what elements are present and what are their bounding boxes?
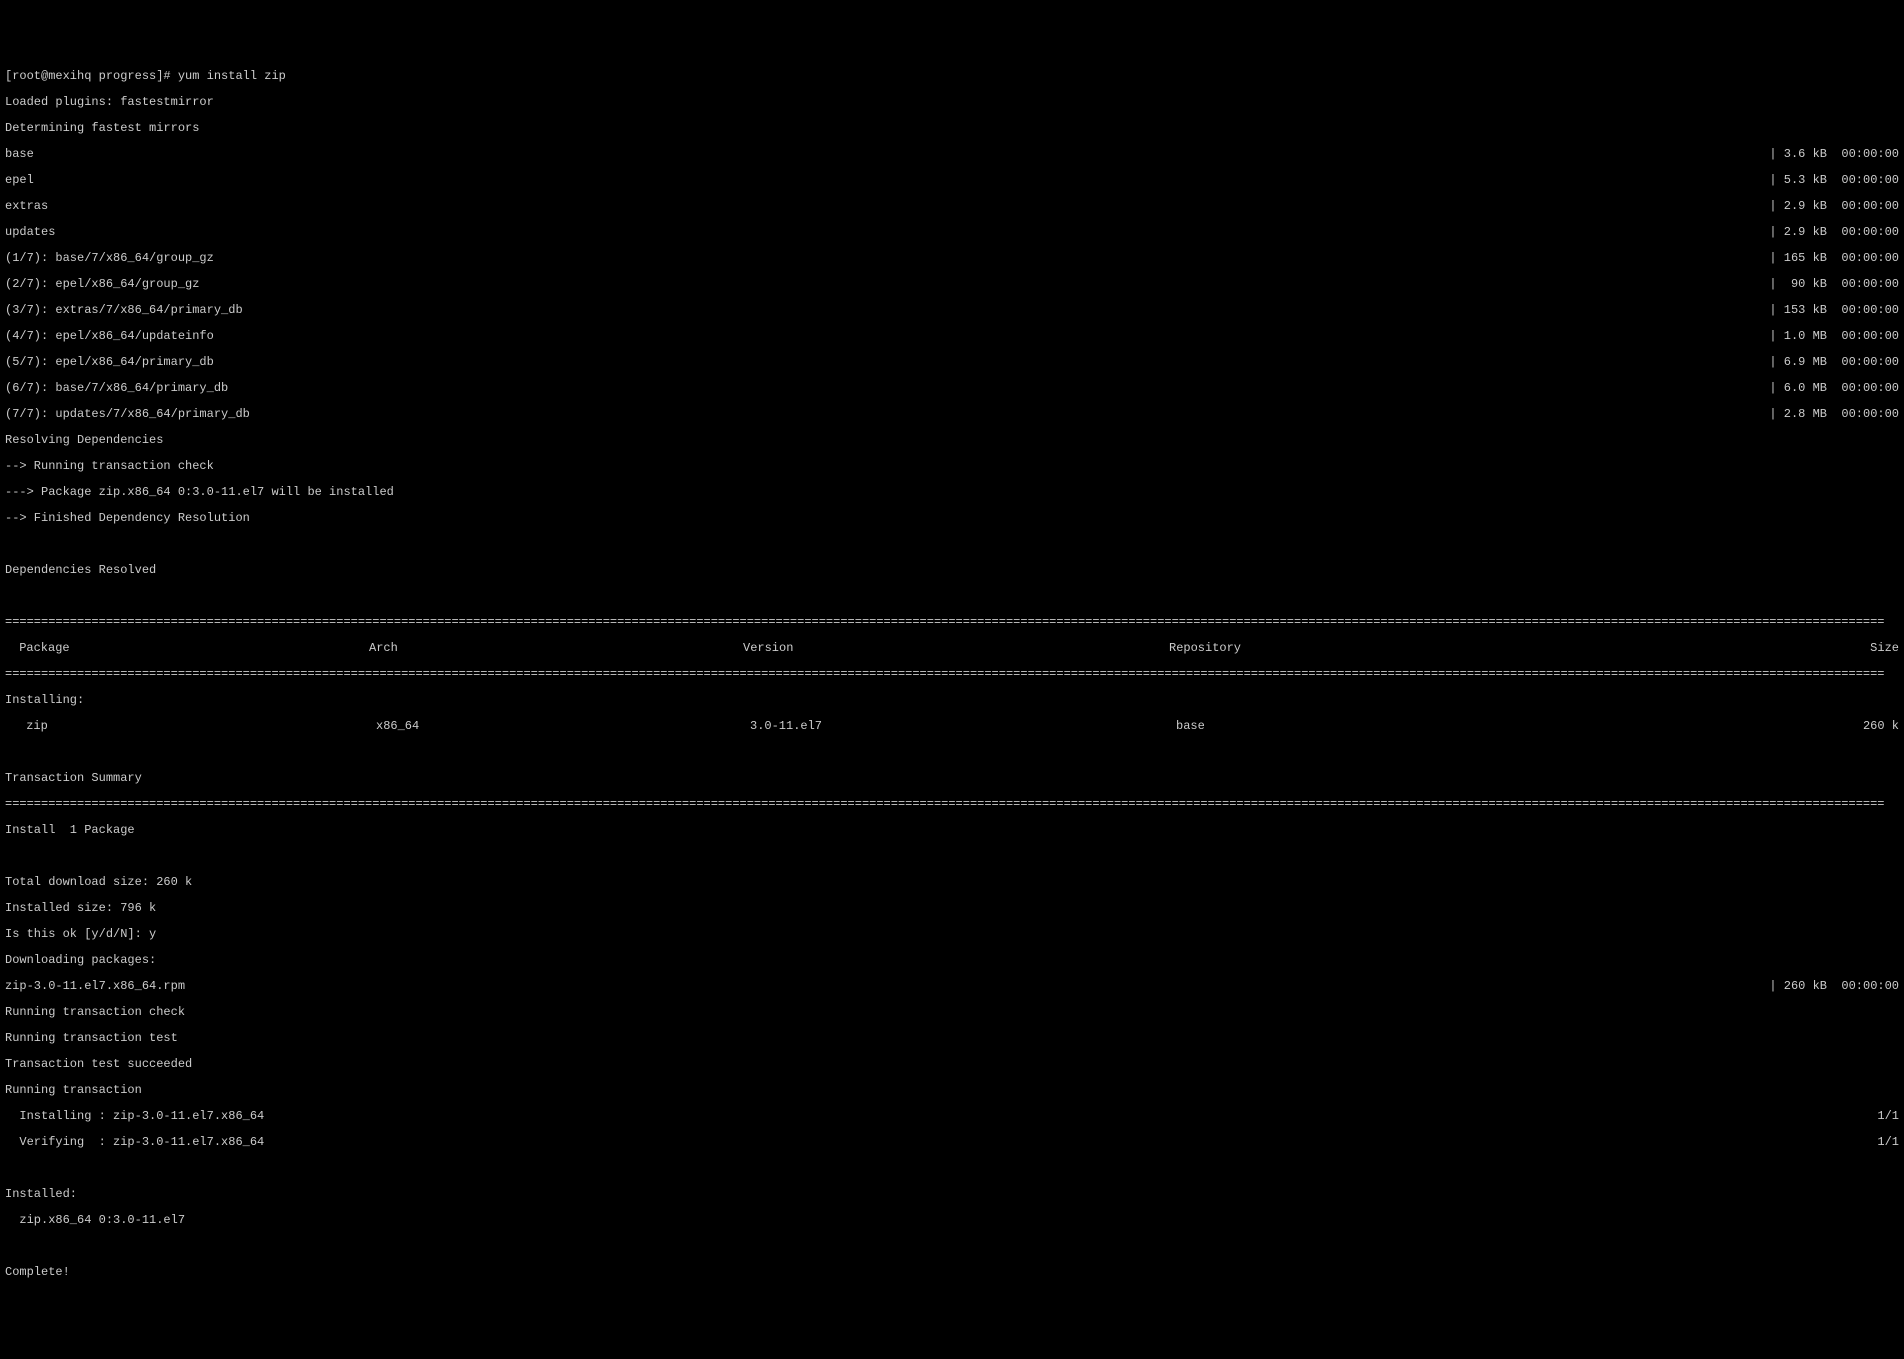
repo-name: extras (5, 200, 48, 213)
finished-resolution-line: --> Finished Dependency Resolution (5, 512, 1899, 525)
column-version: Version (743, 642, 1169, 655)
download-size: | 6.0 MB 00:00:00 (1769, 382, 1899, 395)
download-line: (6/7): base/7/x86_64/primary_db | 6.0 MB … (5, 382, 1899, 395)
blank-line (5, 538, 1899, 551)
progress-count: 1/1 (1877, 1136, 1899, 1149)
blank-line (5, 1240, 1899, 1253)
repo-line: updates | 2.9 kB 00:00:00 (5, 226, 1899, 239)
download-size: | 90 kB 00:00:00 (1769, 278, 1899, 291)
complete-line: Complete! (5, 1266, 1899, 1279)
table-header: Package Arch Version Repository Size (5, 642, 1899, 655)
transaction-summary-line: Transaction Summary (5, 772, 1899, 785)
download-size: | 165 kB 00:00:00 (1769, 252, 1899, 265)
installed-header: Installed: (5, 1188, 1899, 1201)
verifying-progress-line: Verifying : zip-3.0-11.el7.x86_64 1/1 (5, 1136, 1899, 1149)
download-size: | 153 kB 00:00:00 (1769, 304, 1899, 317)
table-row: zip x86_64 3.0-11.el7 base 260 k (5, 720, 1899, 733)
download-name: (7/7): updates/7/x86_64/primary_db (5, 408, 250, 421)
plugins-line: Loaded plugins: fastestmirror (5, 96, 1899, 109)
blank-line (5, 1162, 1899, 1175)
divider-line: ========================================… (5, 668, 1899, 681)
repo-name: base (5, 148, 34, 161)
installed-package-line: zip.x86_64 0:3.0-11.el7 (5, 1214, 1899, 1227)
download-line: (2/7): epel/x86_64/group_gz | 90 kB 00:00… (5, 278, 1899, 291)
rpm-size: | 260 kB 00:00:00 (1769, 980, 1899, 993)
column-size: Size (1536, 642, 1899, 655)
repo-line: epel | 5.3 kB 00:00:00 (5, 174, 1899, 187)
repo-size: | 2.9 kB 00:00:00 (1769, 200, 1899, 213)
download-name: (3/7): extras/7/x86_64/primary_db (5, 304, 243, 317)
cell-repository: base (1176, 720, 1543, 733)
installing-progress-line: Installing : zip-3.0-11.el7.x86_64 1/1 (5, 1110, 1899, 1123)
repo-line: base | 3.6 kB 00:00:00 (5, 148, 1899, 161)
repo-name: epel (5, 174, 34, 187)
install-count-line: Install 1 Package (5, 824, 1899, 837)
download-line: (1/7): base/7/x86_64/group_gz | 165 kB 00… (5, 252, 1899, 265)
download-name: (1/7): base/7/x86_64/group_gz (5, 252, 214, 265)
download-name: (5/7): epel/x86_64/primary_db (5, 356, 214, 369)
repo-size: | 5.3 kB 00:00:00 (1769, 174, 1899, 187)
repo-line: extras | 2.9 kB 00:00:00 (5, 200, 1899, 213)
dependencies-resolved-line: Dependencies Resolved (5, 564, 1899, 577)
repo-size: | 3.6 kB 00:00:00 (1769, 148, 1899, 161)
transaction-check-line: --> Running transaction check (5, 460, 1899, 473)
rpm-name: zip-3.0-11.el7.x86_64.rpm (5, 980, 185, 993)
divider-line: ========================================… (5, 616, 1899, 629)
progress-label: Installing : zip-3.0-11.el7.x86_64 (5, 1110, 264, 1123)
resolving-line: Resolving Dependencies (5, 434, 1899, 447)
blank-line (5, 746, 1899, 759)
running-check-line: Running transaction check (5, 1006, 1899, 1019)
download-size: | 2.8 MB 00:00:00 (1769, 408, 1899, 421)
column-package: Package (5, 642, 369, 655)
blank-line (5, 850, 1899, 863)
cell-version: 3.0-11.el7 (750, 720, 1176, 733)
running-transaction-line: Running transaction (5, 1084, 1899, 1097)
blank-line (5, 590, 1899, 603)
download-name: (6/7): base/7/x86_64/primary_db (5, 382, 228, 395)
confirm-prompt-line[interactable]: Is this ok [y/d/N]: y (5, 928, 1899, 941)
download-line: (7/7): updates/7/x86_64/primary_db | 2.8 … (5, 408, 1899, 421)
cell-size: 260 k (1543, 720, 1899, 733)
downloading-packages-line: Downloading packages: (5, 954, 1899, 967)
progress-label: Verifying : zip-3.0-11.el7.x86_64 (5, 1136, 264, 1149)
column-repository: Repository (1169, 642, 1536, 655)
download-size-line: Total download size: 260 k (5, 876, 1899, 889)
cell-package: zip (5, 720, 376, 733)
download-name: (4/7): epel/x86_64/updateinfo (5, 330, 214, 343)
installing-header: Installing: (5, 694, 1899, 707)
divider-line: ========================================… (5, 798, 1899, 811)
progress-count: 1/1 (1877, 1110, 1899, 1123)
cell-arch: x86_64 (376, 720, 750, 733)
repo-size: | 2.9 kB 00:00:00 (1769, 226, 1899, 239)
download-line: (5/7): epel/x86_64/primary_db | 6.9 MB 00… (5, 356, 1899, 369)
download-size: | 1.0 MB 00:00:00 (1769, 330, 1899, 343)
shell-prompt-line[interactable]: [root@mexihq progress]# yum install zip (5, 70, 1899, 83)
download-line: (3/7): extras/7/x86_64/primary_db | 153 k… (5, 304, 1899, 317)
column-arch: Arch (369, 642, 743, 655)
repo-name: updates (5, 226, 55, 239)
test-succeeded-line: Transaction test succeeded (5, 1058, 1899, 1071)
mirrors-line: Determining fastest mirrors (5, 122, 1899, 135)
running-test-line: Running transaction test (5, 1032, 1899, 1045)
download-line: (4/7): epel/x86_64/updateinfo | 1.0 MB 00… (5, 330, 1899, 343)
rpm-download-line: zip-3.0-11.el7.x86_64.rpm | 260 kB 00:00:… (5, 980, 1899, 993)
terminal-output: [root@mexihq progress]# yum install zip … (5, 57, 1899, 1292)
installed-size-line: Installed size: 796 k (5, 902, 1899, 915)
download-name: (2/7): epel/x86_64/group_gz (5, 278, 199, 291)
package-install-line: ---> Package zip.x86_64 0:3.0-11.el7 wil… (5, 486, 1899, 499)
download-size: | 6.9 MB 00:00:00 (1769, 356, 1899, 369)
